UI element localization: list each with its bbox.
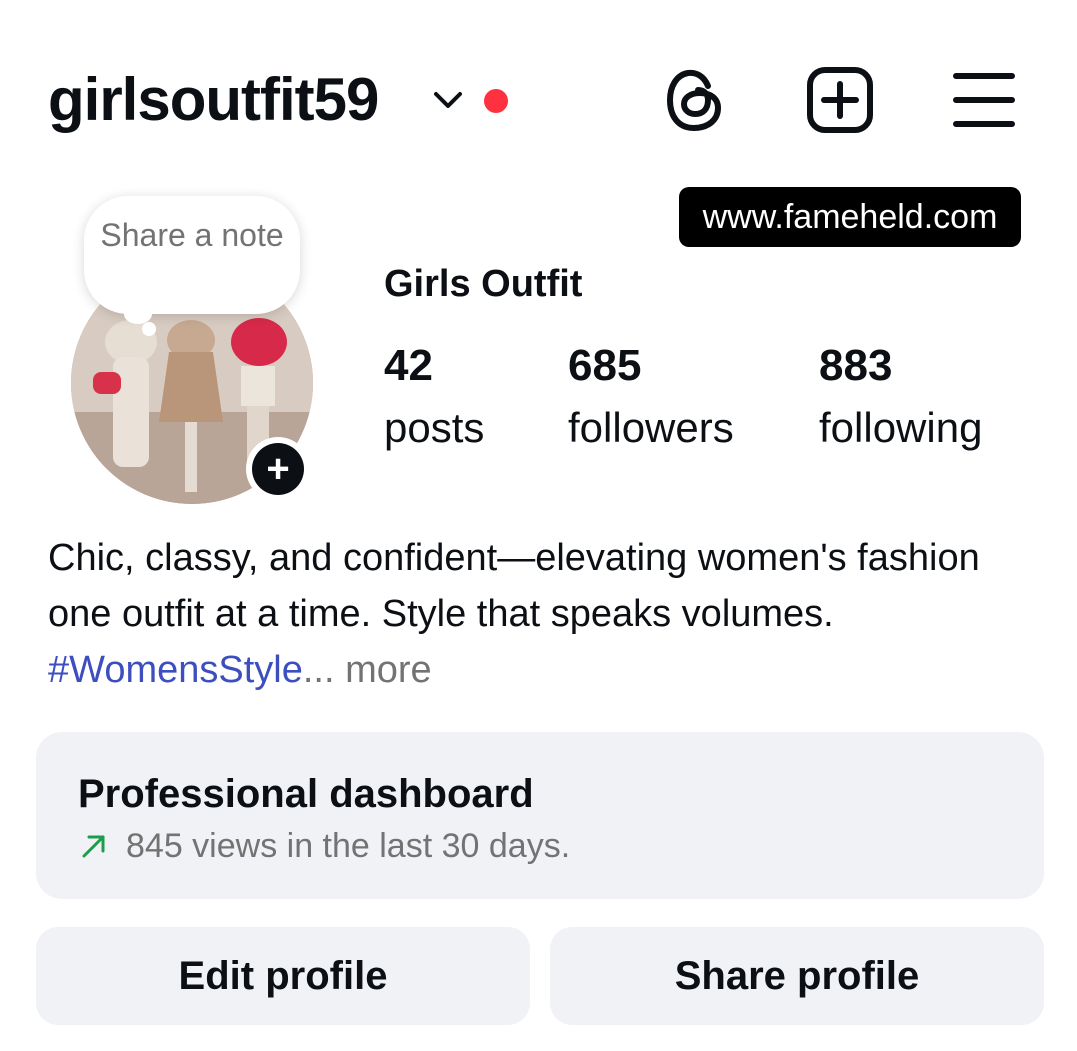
menu-icon[interactable] (952, 70, 1016, 130)
stat-posts-count: 42 (384, 341, 433, 390)
dashboard-title: Professional dashboard (78, 772, 534, 816)
bio-text: Chic, classy, and confident—elevating wo… (48, 537, 980, 635)
share-note-bubble[interactable]: Share a note (84, 196, 300, 314)
dashboard-views-text: 845 views in the last 30 days. (126, 827, 571, 865)
stat-posts[interactable]: 42 posts (384, 340, 484, 454)
note-bubble-tail-small (142, 322, 156, 336)
share-profile-button[interactable]: Share profile (550, 927, 1044, 1025)
chevron-down-icon[interactable] (430, 88, 466, 112)
add-story-button[interactable]: + (246, 437, 310, 501)
plus-icon: + (252, 443, 304, 495)
bio: Chic, classy, and confident—elevating wo… (48, 530, 1048, 698)
stat-followers-label: followers (568, 404, 734, 451)
professional-dashboard-card[interactable]: Professional dashboard 845 views in the … (36, 732, 1044, 899)
display-name: Girls Outfit (384, 263, 583, 305)
username-title[interactable]: girlsoutfit59 (48, 62, 379, 138)
stat-following-count: 883 (819, 341, 893, 390)
bio-ellipsis: ... (302, 649, 335, 691)
bio-hashtag[interactable]: #WomensStyle (48, 649, 303, 691)
threads-icon[interactable] (664, 66, 726, 134)
trend-up-arrow-icon (82, 835, 105, 858)
create-post-icon[interactable] (806, 66, 874, 134)
stat-followers[interactable]: 685 followers (568, 340, 734, 454)
stat-followers-count: 685 (568, 341, 642, 390)
profile-page: girlsoutfit59 www.fameheld.com + Share a… (0, 0, 1077, 1051)
notification-dot (484, 89, 508, 113)
stat-posts-label: posts (384, 404, 485, 451)
stat-following-label: following (819, 404, 983, 451)
bio-more-link[interactable]: more (335, 649, 432, 691)
note-bubble-tail (124, 304, 152, 324)
watermark-label: www.fameheld.com (679, 187, 1021, 247)
edit-profile-button[interactable]: Edit profile (36, 927, 530, 1025)
stat-following[interactable]: 883 following (819, 340, 982, 454)
